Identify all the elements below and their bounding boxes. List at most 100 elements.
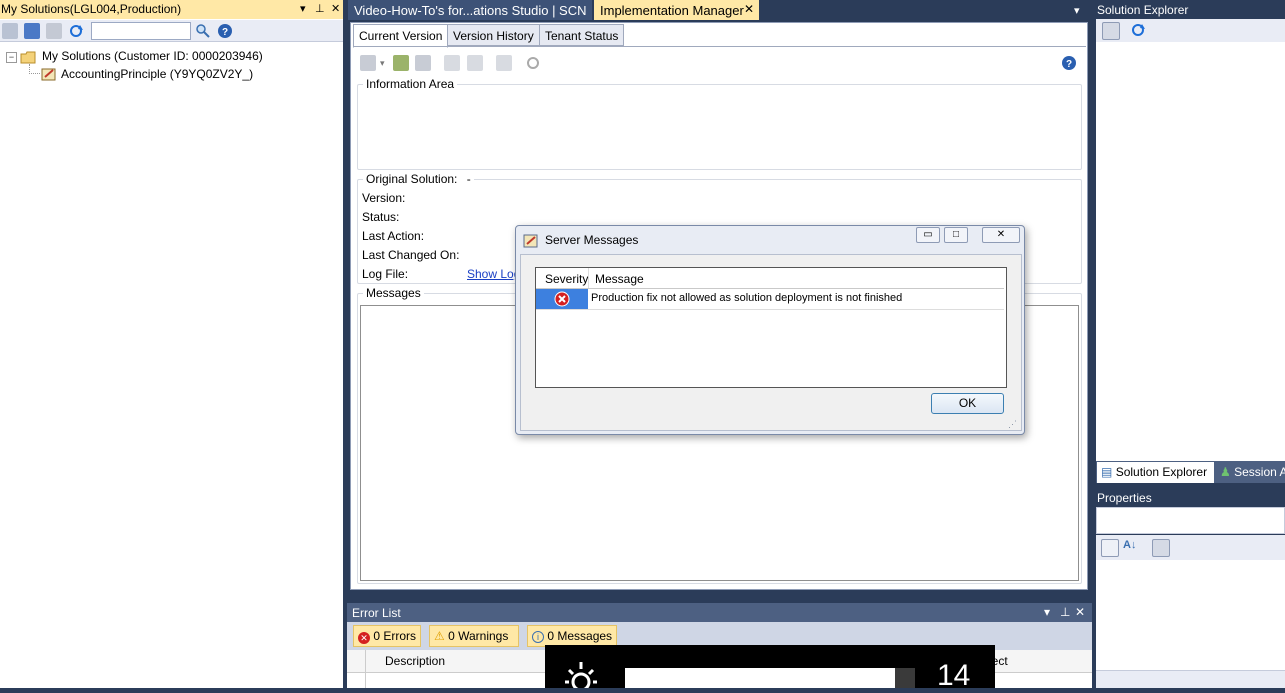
- refresh-icon[interactable]: [525, 55, 541, 71]
- version-label: Version:: [362, 191, 406, 205]
- properties-title: Properties: [1097, 491, 1152, 505]
- solution-explorer-tree[interactable]: [1096, 42, 1285, 461]
- error-icon: [554, 291, 570, 307]
- implementation-toolbar: ▾ ?: [355, 50, 1083, 76]
- property-pages-icon[interactable]: [1152, 539, 1170, 557]
- refresh-icon[interactable]: [68, 23, 84, 39]
- brightness-icon: [561, 659, 601, 692]
- copy-icon[interactable]: [444, 55, 460, 71]
- messages-table[interactable]: Severity Message Production fix not allo…: [535, 267, 1007, 388]
- session-icon: ♟: [1220, 465, 1231, 479]
- help-icon[interactable]: ?: [1061, 55, 1077, 71]
- my-solutions-title: My Solutions(LGL004,Production): [1, 2, 182, 16]
- messages-label: Messages: [363, 286, 424, 300]
- tab-label: Session A: [1234, 465, 1285, 479]
- close-icon[interactable]: ✕: [1075, 605, 1085, 619]
- sort-alphabetical-icon[interactable]: A↓: [1123, 539, 1139, 555]
- server-messages-dialog: Server Messages ▭ □ ✕ Severity Message P…: [515, 225, 1025, 435]
- tree-collapse-icon[interactable]: −: [6, 52, 17, 63]
- new-solution-icon[interactable]: [24, 23, 40, 39]
- export-icon[interactable]: [467, 55, 483, 71]
- properties-toolbar: A↓: [1096, 535, 1285, 560]
- close-icon[interactable]: ✕: [331, 2, 340, 15]
- svg-text:?: ?: [1066, 59, 1072, 70]
- tab-version-history[interactable]: Version History: [447, 24, 540, 46]
- warning-icon: ⚠: [434, 629, 445, 643]
- brightness-level-bar: [625, 668, 895, 688]
- tab-implementation-manager[interactable]: Implementation Manager ✕: [594, 0, 759, 20]
- pin-icon[interactable]: ⊥: [1060, 605, 1070, 619]
- help-icon[interactable]: ?: [217, 23, 233, 39]
- properties-description: [1096, 670, 1285, 688]
- activate-icon[interactable]: [393, 55, 409, 71]
- original-solution-value: -: [466, 172, 471, 186]
- maximize-button[interactable]: □: [944, 227, 968, 243]
- close-tab-icon[interactable]: ✕: [744, 2, 754, 16]
- tree-root[interactable]: My Solutions (Customer ID: 0000203946): [42, 49, 263, 63]
- solution-explorer-title: Solution Explorer: [1097, 3, 1189, 17]
- tab-solution-explorer[interactable]: ▤ Solution Explorer: [1097, 462, 1214, 483]
- properties-object-select[interactable]: [1096, 507, 1285, 534]
- severity-cell: [536, 289, 588, 309]
- table-header: Severity Message: [536, 268, 1004, 289]
- chevron-down-icon[interactable]: ▾: [380, 58, 385, 69]
- brightness-bar-track: [895, 668, 915, 688]
- information-area-label: Information Area: [363, 77, 458, 91]
- dialog-app-icon: [523, 233, 539, 249]
- properties-grid[interactable]: [1096, 560, 1285, 670]
- properties-icon[interactable]: [1102, 22, 1120, 40]
- messages-filter-button[interactable]: i 0 Messages: [527, 625, 617, 647]
- search-icon[interactable]: [195, 23, 211, 39]
- brightness-overlay: 14: [545, 645, 995, 692]
- warnings-filter-button[interactable]: ⚠ 0 Warnings: [429, 625, 519, 647]
- errors-filter-button[interactable]: ✕ 0 Errors: [353, 625, 421, 647]
- tab-current-version[interactable]: Current Version: [353, 24, 449, 48]
- solution-search-input[interactable]: [91, 22, 191, 40]
- column-divider: [365, 672, 366, 688]
- last-changed-on-label: Last Changed On:: [362, 248, 460, 262]
- message-cell: Production fix not allowed as solution d…: [591, 292, 903, 304]
- error-list-title: Error List: [352, 606, 401, 620]
- action-menu-icon[interactable]: [360, 55, 376, 71]
- description-header[interactable]: Description: [385, 654, 445, 668]
- table-row[interactable]: Production fix not allowed as solution d…: [536, 289, 1004, 310]
- refresh-icon[interactable]: [1130, 22, 1146, 38]
- column-divider: [588, 268, 589, 288]
- svg-text:?: ?: [222, 27, 228, 38]
- categorized-icon[interactable]: [1101, 539, 1119, 557]
- tab-tenant-status[interactable]: Tenant Status: [539, 24, 625, 46]
- tab-video-how-tos[interactable]: Video-How-To's for...ations Studio | SCN: [348, 0, 592, 20]
- folder-icon: [20, 51, 36, 64]
- resize-grip-icon[interactable]: ⋰: [1008, 419, 1017, 430]
- tab-label: Solution Explorer: [1115, 465, 1208, 479]
- tab-divider: [353, 46, 1086, 47]
- pin-icon[interactable]: ⊥: [315, 2, 325, 15]
- errors-count: 0 Errors: [373, 629, 417, 643]
- original-solution-caption: Original Solution:: [366, 172, 458, 186]
- status-label: Status:: [362, 210, 400, 224]
- original-solution-label: Original Solution: -: [363, 172, 474, 186]
- show-log-link[interactable]: Show Log: [467, 267, 515, 282]
- tab-session[interactable]: ♟ Session A: [1216, 462, 1285, 483]
- error-list-titlebar: Error List ▾ ⊥ ✕: [347, 603, 1092, 622]
- download-icon[interactable]: [496, 55, 512, 71]
- messages-count: 0 Messages: [547, 629, 613, 643]
- disable-icon[interactable]: [415, 55, 431, 71]
- column-divider: [365, 650, 366, 672]
- tree-connector: [29, 64, 40, 74]
- minimize-button[interactable]: ▭: [916, 227, 940, 243]
- dropdown-arrow-icon[interactable]: ▾: [1044, 605, 1050, 619]
- dropdown-arrow-icon[interactable]: ▾: [300, 2, 306, 15]
- tab-label: Implementation Manager: [600, 3, 744, 18]
- tree-item-accounting-principle[interactable]: AccountingPrinciple (Y9YQ0ZV2Y_): [61, 67, 253, 81]
- warnings-count: 0 Warnings: [448, 629, 509, 643]
- ok-button[interactable]: OK: [931, 393, 1004, 414]
- severity-header[interactable]: Severity: [545, 272, 588, 286]
- tab-list-dropdown-icon[interactable]: ▾: [1074, 4, 1080, 17]
- delete-icon[interactable]: [46, 23, 62, 39]
- dialog-title: Server Messages: [545, 233, 639, 247]
- close-button[interactable]: ✕: [982, 227, 1020, 243]
- open-icon[interactable]: [2, 23, 18, 39]
- error-icon: ✕: [358, 632, 370, 644]
- message-header[interactable]: Message: [595, 272, 644, 286]
